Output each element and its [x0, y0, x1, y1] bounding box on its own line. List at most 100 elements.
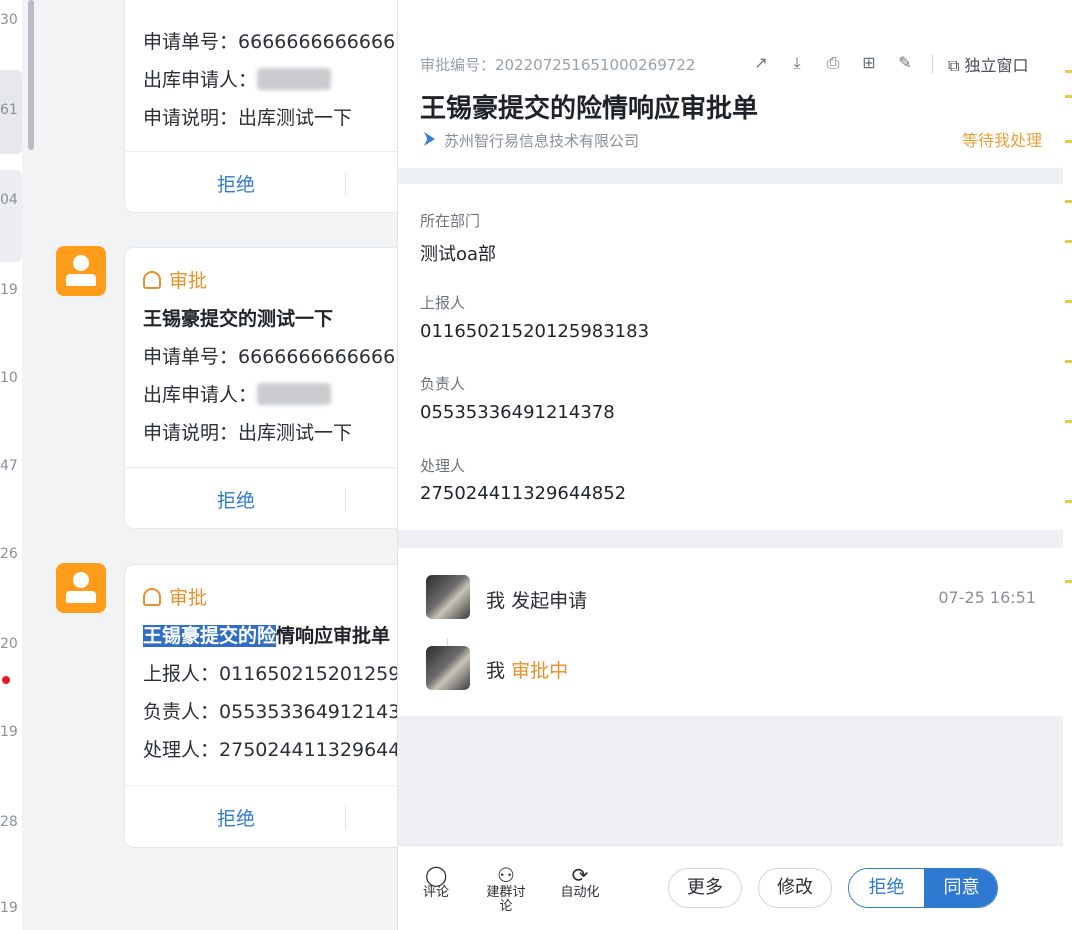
group-discuss-button[interactable]: ⚇ 建群讨论: [484, 864, 528, 914]
edge-line: [1065, 580, 1072, 583]
refresh-cycle-icon: ⟳: [571, 863, 589, 887]
external-link-icon[interactable]: ↗: [750, 52, 772, 74]
approval-fields: 所在部门 测试oa部 上报人 01165021520125983183 负责人 …: [398, 184, 1064, 530]
edit-pen-icon[interactable]: ✎: [894, 52, 916, 74]
strip-number: 20: [0, 636, 18, 652]
field-label: 负责人: [420, 375, 466, 393]
card-footer: 拒绝: [125, 785, 423, 847]
field-label: 上报人: [420, 294, 466, 312]
card-field: 负责人：0553533649121437: [143, 701, 413, 723]
edge-line: [1065, 200, 1072, 203]
standalone-window-button[interactable]: ⧉ 独立窗口: [948, 52, 1029, 76]
card-field: 申请单号：6666666666666: [143, 31, 396, 53]
stamp-icon: [143, 588, 161, 606]
group-add-icon: ⚇: [497, 863, 515, 887]
blurred-name: [257, 383, 332, 405]
card-footer: 拒绝: [125, 467, 423, 528]
strip-item[interactable]: [0, 170, 22, 262]
unread-dot: [2, 676, 10, 684]
modify-button[interactable]: 修改: [758, 868, 832, 908]
approval-detail-panel: 审批编号：202207251651000269722 ↗ ⤓ ⎙ ⊞ ✎ ⧉ 独…: [397, 0, 1064, 930]
card-field: 上报人：0116502152012598: [143, 663, 413, 685]
automation-button[interactable]: ⟳ 自动化: [560, 864, 600, 900]
strip-number: 10: [0, 370, 18, 386]
field-value: 测试oa部: [420, 244, 497, 265]
card-footer: 拒绝: [125, 151, 423, 212]
strip-number: 26: [0, 546, 18, 562]
approval-app-avatar: [56, 246, 106, 296]
detail-footer: ◯ 评论 ⚇ 建群讨论 ⟳ 自动化 更多 修改 拒绝 同意: [398, 845, 1064, 930]
approval-title: 王锡豪提交的险情响应审批单: [420, 94, 759, 124]
company-name: 苏州智行易信息技术有限公司: [444, 132, 640, 150]
flow-step: 我 发起申请: [486, 590, 588, 612]
export-file-icon[interactable]: ⊞: [858, 52, 880, 74]
strip-number: 19: [0, 282, 18, 298]
card-tag: 审批: [143, 266, 207, 293]
agree-button[interactable]: 同意: [924, 869, 997, 907]
approval-app-avatar: [56, 563, 106, 613]
approval-serial: 审批编号：202207251651000269722: [420, 56, 696, 74]
edge-line: [1065, 360, 1072, 363]
divider: [345, 488, 346, 512]
selected-text: 王锡豪提交的险: [143, 625, 277, 647]
card-field: 申请说明：出库测试一下: [143, 422, 353, 444]
edge-line: [1065, 420, 1072, 423]
more-button[interactable]: 更多: [668, 868, 742, 908]
divider: [345, 172, 346, 196]
strip-number: 47: [0, 458, 18, 474]
flow-step: 我 审批中: [486, 660, 569, 682]
decision-group: 拒绝 同意: [848, 868, 998, 908]
approval-card[interactable]: 审批 王锡豪提交的测试一下 申请单号：6666666666666 出库申请人： …: [124, 247, 424, 529]
card-reject-button[interactable]: 拒绝: [217, 170, 255, 197]
card-field: 出库申请人：: [143, 380, 332, 407]
stamp-icon: [143, 271, 161, 289]
strip-number: 30: [0, 12, 18, 28]
company-flag-icon: [424, 132, 435, 146]
divider: [932, 54, 933, 74]
divider: [345, 806, 346, 830]
card-field: 申请单号：6666666666666: [143, 346, 396, 368]
print-icon[interactable]: ⎙: [822, 52, 844, 74]
list-scrollbar[interactable]: [28, 0, 34, 150]
comment-bubble-icon: ◯: [425, 863, 448, 887]
edge-line: [1065, 95, 1072, 98]
detail-header: 审批编号：202207251651000269722 ↗ ⤓ ⎙ ⊞ ✎ ⧉ 独…: [398, 0, 1064, 168]
field-value: 01165021520125983183: [420, 321, 650, 342]
field-value: 05535336491214378: [420, 402, 615, 423]
edge-line: [1065, 500, 1072, 503]
window-icon: ⧉: [948, 56, 965, 75]
field-label: 所在部门: [420, 212, 481, 230]
edge-line: [1065, 140, 1072, 143]
status-badge: 等待我处理: [961, 131, 1042, 150]
strip-number: 61: [0, 102, 18, 118]
approval-card[interactable]: 审批 王锡豪提交的险情响应审批单 上报人：0116502152012598 负责…: [124, 564, 424, 848]
strip-number: 19: [0, 900, 18, 916]
edge-line: [1065, 300, 1072, 303]
card-field: 申请说明：出库测试一下: [143, 107, 353, 129]
reject-button[interactable]: 拒绝: [849, 869, 924, 907]
avatar: [426, 646, 470, 690]
avatar: [426, 575, 470, 619]
card-title: 王锡豪提交的测试一下: [143, 308, 334, 330]
flow-time: 07-25 16:51: [938, 588, 1036, 607]
strip-number: 19: [0, 724, 18, 740]
download-icon[interactable]: ⤓: [786, 52, 808, 74]
edge-line: [1065, 240, 1072, 243]
field-value: 275024411329644852: [420, 483, 627, 504]
card-title: 王锡豪提交的险情响应审批单: [143, 625, 391, 647]
approval-card[interactable]: 申请单号：6666666666666 出库申请人： 申请说明：出库测试一下 拒绝: [124, 0, 424, 213]
left-strip: 30 61 04 19 10 47 26 20 19 28 19: [0, 0, 22, 930]
field-label: 处理人: [420, 457, 466, 475]
edge-line: [1065, 70, 1072, 73]
blurred-name: [257, 68, 332, 90]
card-field: 出库申请人：: [143, 65, 332, 92]
strip-number: 28: [0, 814, 18, 830]
card-reject-button[interactable]: 拒绝: [217, 804, 255, 831]
card-reject-button[interactable]: 拒绝: [217, 486, 255, 513]
card-field: 处理人：2750244113296448: [143, 739, 413, 761]
strip-number: 04: [0, 192, 18, 208]
comment-button[interactable]: ◯ 评论: [416, 864, 456, 900]
card-tag: 审批: [143, 583, 207, 610]
approval-flow: 我 发起申请 07-25 16:51 我 审批中: [398, 548, 1064, 716]
detail-toolbar: ↗ ⤓ ⎙ ⊞ ✎ ⧉ 独立窗口: [750, 52, 1050, 76]
